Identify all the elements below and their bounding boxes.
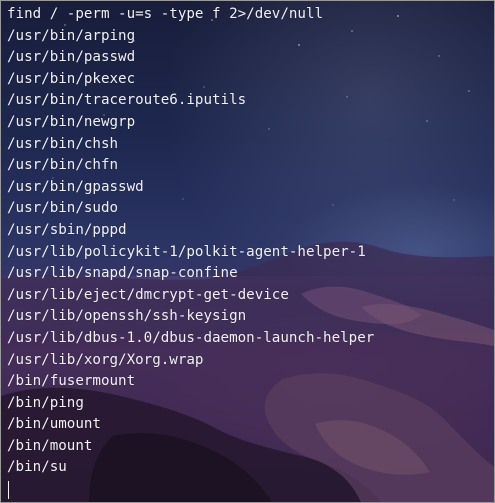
terminal-output-line: /usr/bin/chsh [7, 135, 119, 152]
terminal-output-line: /usr/bin/passwd [7, 49, 136, 66]
terminal-output-line: /usr/bin/arping [7, 27, 136, 44]
terminal-output-line: /usr/bin/gpasswd [7, 178, 144, 195]
terminal-output-line: /usr/bin/pkexec [7, 70, 136, 87]
terminal-output-line: /usr/sbin/pppd [7, 221, 127, 238]
terminal-output-line: /bin/fusermount [7, 373, 136, 390]
terminal-output-line: /usr/lib/eject/dmcrypt-get-device [7, 286, 289, 303]
terminal-command-line: find / -perm -u=s -type f 2>/dev/null [7, 6, 324, 22]
terminal-output-line: /usr/bin/traceroute6.iputils [7, 92, 247, 109]
terminal-output-line: /usr/lib/xorg/Xorg.wrap [7, 351, 204, 368]
terminal-output-line: /bin/umount [7, 416, 101, 433]
terminal-output-line: /usr/bin/sudo [7, 200, 119, 217]
terminal-output-line: /bin/mount [7, 437, 93, 454]
terminal-output-line: /bin/su [7, 459, 67, 476]
terminal-cursor[interactable] [8, 481, 9, 500]
terminal-output-line: /usr/lib/dbus-1.0/dbus-daemon-launch-hel… [7, 329, 375, 346]
terminal-output-line: /usr/bin/chfn [7, 157, 119, 174]
terminal-output-line: /usr/lib/openssh/ssh-keysign [7, 308, 247, 325]
terminal-output-line: /usr/bin/newgrp [7, 113, 136, 130]
terminal-window[interactable]: find / -perm -u=s -type f 2>/dev/null /u… [0, 0, 495, 503]
terminal-output-line: /usr/lib/policykit-1/polkit-agent-helper… [7, 243, 366, 260]
terminal-output[interactable]: find / -perm -u=s -type f 2>/dev/null /u… [7, 4, 490, 500]
terminal-output-line: /bin/ping [7, 394, 84, 411]
terminal-output-line: /usr/lib/snapd/snap-confine [7, 265, 238, 282]
